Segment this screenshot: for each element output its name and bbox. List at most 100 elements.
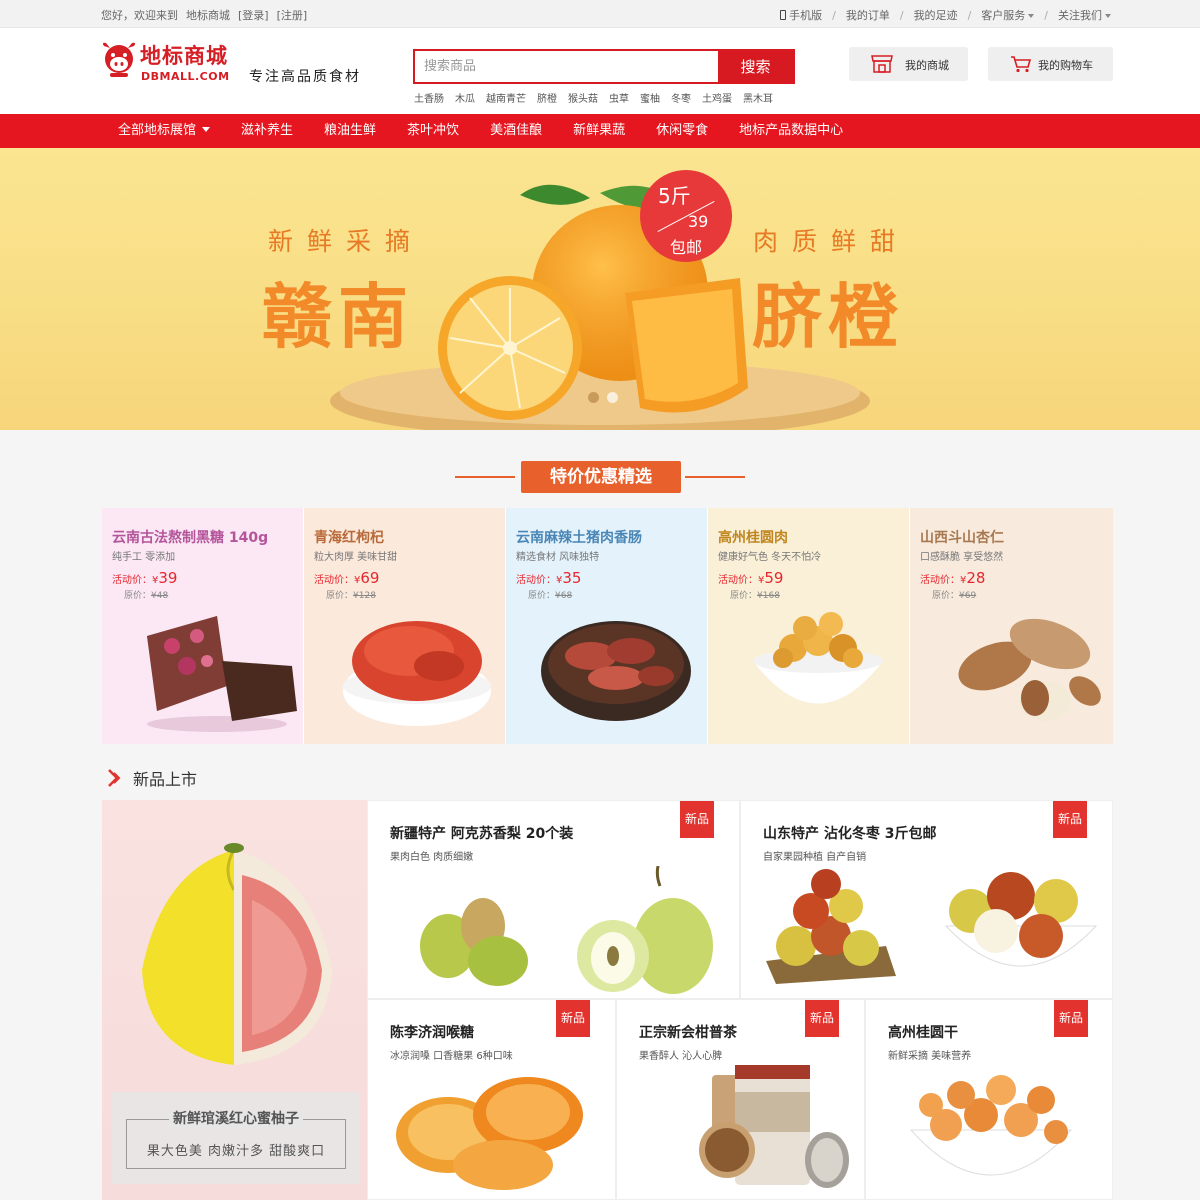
top-links: 手机版 / 我的订单 / 我的足迹 / 客户服务 / 关注我们 bbox=[780, 7, 1111, 23]
new-products-heading: 新品上市 bbox=[107, 766, 197, 790]
my-cart-button[interactable]: 我的购物车 bbox=[988, 47, 1113, 81]
promo-original-price: 原价：¥168 bbox=[730, 591, 780, 601]
search-bar: 搜索 bbox=[413, 49, 795, 84]
arrow-right-icon bbox=[108, 769, 121, 787]
promo-subtitle: 粒大肉厚 美味甘甜 bbox=[314, 552, 398, 563]
nav-item-health[interactable]: 滋补养生 bbox=[241, 114, 293, 148]
promo-card[interactable]: 青海红枸杞 粒大肉厚 美味甘甜 活动价：¥69 原价：¥128 bbox=[304, 508, 506, 744]
new-product-title: 山东特产 沾化冬枣 3斤包邮 bbox=[763, 826, 937, 842]
header: 地标商城 DBMALL.COM 专注高品质食材 搜索 土香肠 木瓜 越南青芒 脐… bbox=[0, 28, 1200, 114]
hot-word[interactable]: 虫草 bbox=[609, 90, 629, 105]
promo-price: 活动价：¥35 bbox=[516, 569, 582, 587]
dried-longan-image bbox=[909, 1075, 1073, 1176]
welcome-text: 您好，欢迎来到 bbox=[101, 9, 178, 22]
new-product-subtitle: 新鲜采摘 美味营养 bbox=[888, 1051, 972, 1062]
promo-card[interactable]: 云南麻辣土猪肉香肠 精选食材 风味独特 活动价：¥35 原价：¥68 bbox=[506, 508, 708, 744]
new-products-title: 新品上市 bbox=[133, 770, 198, 789]
new-product-card[interactable]: 陈李济润喉糖 冰凉润嗓 口香糖果 6种口味 新品 bbox=[367, 999, 616, 1200]
brown-sugar-image bbox=[147, 616, 297, 732]
promo-original-price: 原价：¥69 bbox=[932, 591, 977, 601]
hot-word[interactable]: 土香肠 bbox=[414, 90, 444, 105]
promo-price: 活动价：¥59 bbox=[718, 569, 784, 587]
nav-item-grain-oil[interactable]: 粮油生鲜 bbox=[324, 114, 376, 148]
promo-price: 活动价：¥28 bbox=[920, 569, 986, 587]
nav-item-all-pavilions[interactable]: 全部地标展馆 bbox=[118, 114, 211, 148]
sausage-image bbox=[541, 621, 691, 721]
new-product-title: 高州桂圆干 bbox=[888, 1025, 958, 1041]
throat-candy-image bbox=[396, 1077, 583, 1190]
footprint-link[interactable]: 我的足迹 bbox=[914, 7, 958, 23]
carousel-dot[interactable] bbox=[607, 392, 618, 403]
logo-domain: DBMALL.COM bbox=[141, 70, 230, 83]
chevron-down-icon bbox=[1028, 14, 1035, 18]
nav-item-data-center[interactable]: 地标产品数据中心 bbox=[739, 114, 843, 148]
hot-search-words: 土香肠 木瓜 越南青芒 脐橙 猴头菇 虫草 蜜柚 冬枣 土鸡蛋 黑木耳 bbox=[414, 90, 773, 105]
logo[interactable]: 地标商城 DBMALL.COM bbox=[100, 38, 230, 88]
cart-icon bbox=[1011, 56, 1032, 73]
carousel-dots bbox=[588, 392, 618, 403]
nav-item-fruits-veg[interactable]: 新鲜果蔬 bbox=[573, 114, 625, 148]
pear-image bbox=[420, 866, 713, 994]
promo-subtitle: 健康好气色 冬天不怕冷 bbox=[718, 552, 822, 563]
search-input[interactable] bbox=[415, 51, 719, 82]
new-badge: 新品 bbox=[680, 801, 714, 838]
carousel-dot[interactable] bbox=[588, 392, 599, 403]
follow-menu[interactable]: 关注我们 bbox=[1058, 7, 1111, 23]
my-mall-button[interactable]: 我的商城 bbox=[849, 47, 968, 81]
goji-berry-image bbox=[343, 621, 491, 726]
new-badge: 新品 bbox=[556, 1000, 590, 1037]
hot-word[interactable]: 木瓜 bbox=[455, 90, 475, 105]
citrus-tea-image bbox=[699, 1065, 849, 1188]
hot-word[interactable]: 猴头菇 bbox=[568, 90, 598, 105]
site-name-link[interactable]: 地标商城 bbox=[186, 7, 230, 23]
special-offers-title: 特价优惠精选 bbox=[521, 461, 681, 493]
promo-original-price: 原价：¥48 bbox=[124, 591, 169, 601]
hot-word[interactable]: 脐橙 bbox=[537, 90, 557, 105]
new-product-card[interactable]: 新疆特产 阿克苏香梨 20个装 果肉白色 肉质细嫩 新品 bbox=[367, 800, 740, 999]
new-product-title: 新疆特产 阿克苏香梨 20个装 bbox=[390, 826, 574, 842]
featured-caption: 新鲜琯溪红心蜜柚子 果大色美 肉嫩汁多 甜酸爽口 bbox=[112, 1092, 360, 1184]
new-product-title: 陈李济润喉糖 bbox=[390, 1025, 474, 1041]
new-badge: 新品 bbox=[805, 1000, 839, 1037]
hot-word[interactable]: 黑木耳 bbox=[743, 90, 773, 105]
hot-word[interactable]: 土鸡蛋 bbox=[702, 90, 732, 105]
chevron-down-icon bbox=[202, 127, 211, 132]
almond-image bbox=[958, 618, 1101, 721]
mobile-link[interactable]: 手机版 bbox=[780, 7, 822, 23]
logo-text: 地标商城 bbox=[140, 44, 228, 68]
login-link[interactable]: [登录] bbox=[238, 7, 269, 23]
new-product-subtitle: 果肉白色 肉质细嫩 bbox=[390, 852, 474, 863]
nav-item-snacks[interactable]: 休闲零食 bbox=[656, 114, 708, 148]
new-product-card[interactable]: 山东特产 沾化冬枣 3斤包邮 自家果园种植 自产自销 新品 bbox=[740, 800, 1113, 999]
search-button[interactable]: 搜索 bbox=[718, 51, 793, 82]
hot-word[interactable]: 蜜柚 bbox=[640, 90, 660, 105]
promo-subtitle: 口感酥脆 享受悠然 bbox=[920, 552, 1004, 563]
free-shipping-badge: 5斤 39 包邮 bbox=[640, 170, 732, 262]
promo-original-price: 原价：¥68 bbox=[528, 591, 573, 601]
pomelo-image bbox=[142, 843, 332, 1065]
featured-subtitle: 果大色美 肉嫩汁多 甜酸爽口 bbox=[146, 1144, 326, 1159]
register-link[interactable]: [注册] bbox=[277, 7, 308, 23]
hero-banner[interactable]: 新鲜采摘 肉质鲜甜 赣南 脐橙 5斤 39 包邮 bbox=[0, 148, 1200, 430]
hot-word[interactable]: 越南青芒 bbox=[486, 90, 526, 105]
promo-title: 云南古法熬制黑糖 140g bbox=[112, 530, 269, 546]
new-badge: 新品 bbox=[1053, 801, 1087, 838]
nav-item-tea[interactable]: 茶叶冲饮 bbox=[407, 114, 459, 148]
special-offers-heading: 特价优惠精选 bbox=[455, 461, 745, 493]
main-nav: 全部地标展馆 滋补养生 粮油生鲜 茶叶冲饮 美酒佳酿 新鲜果蔬 休闲零食 地标产… bbox=[0, 114, 1200, 148]
promo-title: 山西斗山杏仁 bbox=[920, 530, 1004, 546]
promo-title: 青海红枸杞 bbox=[314, 530, 384, 546]
new-product-title: 正宗新会柑普茶 bbox=[639, 1025, 737, 1041]
promo-card[interactable]: 云南古法熬制黑糖 140g 纯手工 零添加 活动价：¥39 原价：¥48 bbox=[102, 508, 304, 744]
promo-card[interactable]: 山西斗山杏仁 口感酥脆 享受悠然 活动价：¥28 原价：¥69 bbox=[910, 508, 1113, 744]
new-badge: 新品 bbox=[1054, 1000, 1088, 1037]
nav-item-wine[interactable]: 美酒佳酿 bbox=[490, 114, 542, 148]
orders-link[interactable]: 我的订单 bbox=[846, 7, 890, 23]
hot-word[interactable]: 冬枣 bbox=[671, 90, 691, 105]
service-menu[interactable]: 客户服务 bbox=[981, 7, 1035, 23]
promo-card[interactable]: 高州桂圆肉 健康好气色 冬天不怕冷 活动价：¥59 原价：¥168 bbox=[708, 508, 910, 744]
new-product-card[interactable]: 正宗新会柑普茶 果香醉人 沁人心脾 新品 bbox=[616, 999, 865, 1200]
chevron-down-icon bbox=[1105, 14, 1111, 18]
featured-new-product[interactable]: 新鲜琯溪红心蜜柚子 果大色美 肉嫩汁多 甜酸爽口 bbox=[102, 800, 367, 1200]
new-product-card[interactable]: 高州桂圆干 新鲜采摘 美味营养 新品 bbox=[865, 999, 1113, 1200]
